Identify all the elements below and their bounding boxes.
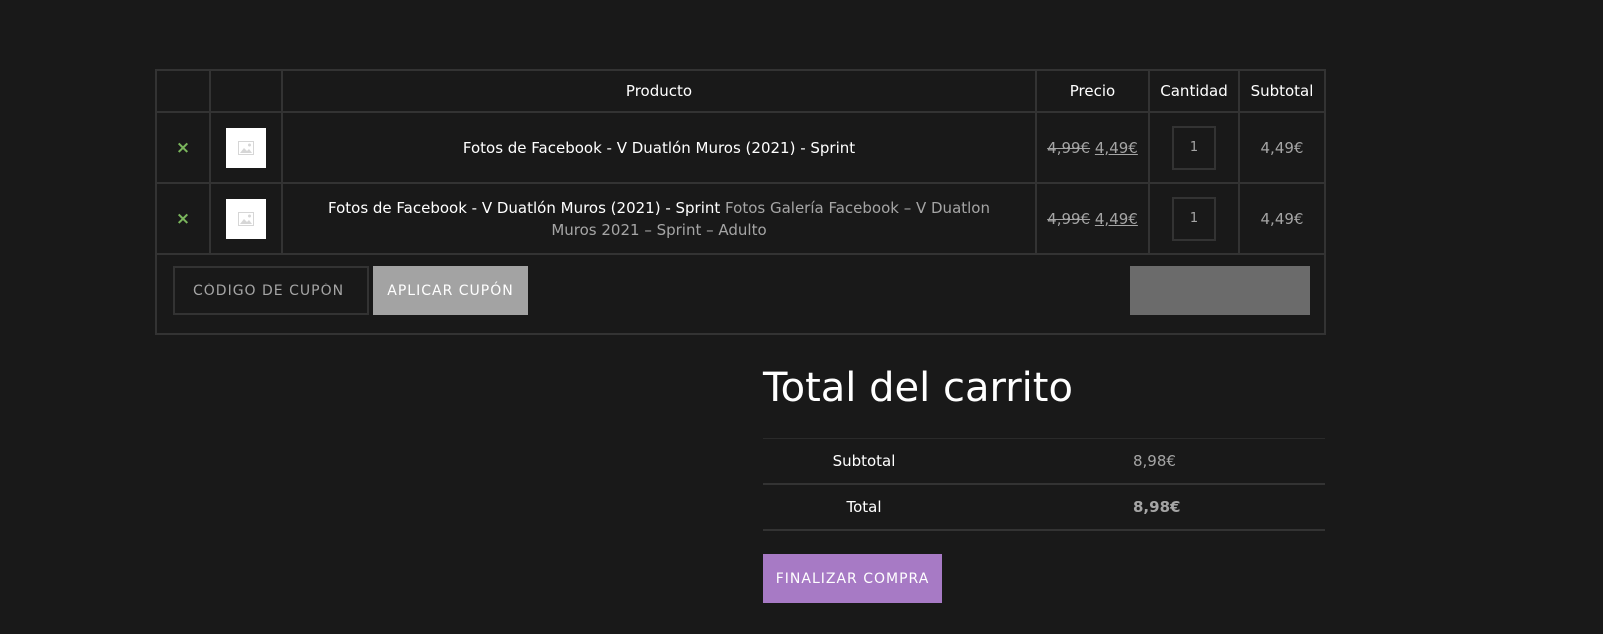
apply-coupon-button[interactable]: APLICAR CUPÓN (373, 266, 528, 315)
placeholder-image-icon (238, 211, 254, 226)
header-price: Precio (1035, 69, 1150, 113)
thumbnail-cell (209, 111, 283, 184)
cart-header-row: Producto Precio Cantidad Subtotal (155, 69, 1326, 113)
checkout-button[interactable]: FINALIZAR COMPRA (763, 554, 942, 603)
product-name-link[interactable]: Fotos de Facebook - V Duatlón Muros (202… (328, 199, 720, 217)
item-subtotal: 4,49€ (1238, 111, 1326, 184)
remove-item-icon[interactable]: × (176, 138, 190, 158)
header-product: Producto (281, 69, 1037, 113)
cart-item-row: × Fotos de Facebook - V Duatlón Muros (2… (155, 111, 1326, 184)
placeholder-image-icon (238, 140, 254, 155)
cart-totals-title: Total del carrito (763, 365, 1073, 411)
remove-cell: × (155, 111, 211, 184)
thumbnail-cell (209, 182, 283, 255)
totals-total-row: Total 8,98€ (763, 484, 1325, 530)
header-thumbnail (209, 69, 283, 113)
cart-table: Producto Precio Cantidad Subtotal × Foto… (155, 69, 1326, 335)
product-name-link[interactable]: Fotos de Facebook - V Duatlón Muros (202… (463, 139, 855, 157)
price-cell: 4,99€ 4,49€ (1035, 182, 1150, 255)
totals-subtotal-row: Subtotal 8,98€ (763, 438, 1325, 484)
cart-item-row: × Fotos de Facebook - V Duatlón Muros (2… (155, 182, 1326, 255)
price-cell: 4,99€ 4,49€ (1035, 111, 1150, 184)
header-remove (155, 69, 211, 113)
price-new: 4,49€ (1094, 209, 1138, 228)
quantity-input[interactable] (1172, 125, 1216, 170)
price-old: 4,99€ (1047, 209, 1091, 228)
totals-table: Subtotal 8,98€ Total 8,98€ (763, 438, 1325, 531)
quantity-input[interactable] (1172, 196, 1216, 241)
price-old: 4,99€ (1047, 138, 1091, 157)
cart-actions: APLICAR CUPÓN (155, 253, 1326, 335)
header-quantity: Cantidad (1148, 69, 1240, 113)
remove-item-icon[interactable]: × (176, 209, 190, 229)
update-cart-button[interactable] (1130, 266, 1310, 315)
cart-totals: Total del carrito Subtotal 8,98€ Total 8… (763, 362, 1325, 603)
totals-total-label: Total (846, 498, 882, 516)
product-thumbnail[interactable] (226, 198, 266, 239)
product-thumbnail[interactable] (226, 127, 266, 168)
price-new: 4,49€ (1094, 138, 1138, 157)
cart-actions-row: APLICAR CUPÓN (155, 253, 1326, 335)
remove-cell: × (155, 182, 211, 255)
header-subtotal: Subtotal (1238, 69, 1326, 113)
totals-subtotal-value: 8,98€ (1133, 452, 1176, 470)
quantity-cell (1148, 111, 1240, 184)
item-subtotal: 4,49€ (1238, 182, 1326, 255)
totals-subtotal-label: Subtotal (832, 452, 896, 470)
quantity-cell (1148, 182, 1240, 255)
product-cell: Fotos de Facebook - V Duatlón Muros (202… (281, 182, 1037, 255)
totals-total-value: 8,98€ (1133, 498, 1181, 516)
product-cell: Fotos de Facebook - V Duatlón Muros (202… (281, 111, 1037, 184)
coupon-code-input[interactable] (173, 266, 369, 315)
